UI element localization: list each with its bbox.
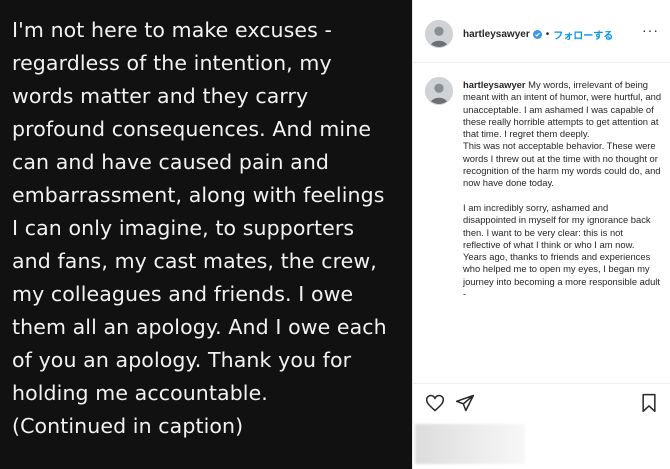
caption-text: My words, irrelevant of being meant with…: [463, 79, 662, 300]
statement-line: holding me accountable.: [12, 381, 268, 405]
separator-dot: •: [545, 29, 550, 40]
verified-badge-icon: [532, 30, 542, 39]
statement-line: can and have caused pain and: [12, 150, 330, 174]
statement-text: I'm not here to make excuses - regardles…: [12, 14, 402, 443]
statement-line: embarrassment, along with feelings: [12, 183, 385, 207]
more-dots-icon[interactable]: ···: [642, 22, 659, 38]
post-header: hartleysawyer • フォローする ···: [413, 0, 670, 63]
heart-icon[interactable]: [425, 393, 445, 413]
post-side-panel: hartleysawyer • フォローする ··· hartleysawyer…: [412, 0, 670, 469]
header-row: hartleysawyer • フォローする: [463, 27, 613, 42]
statement-line: words matter and they carry: [12, 84, 309, 108]
caption-username[interactable]: hartleysawyer: [463, 79, 526, 90]
statement-line: of you an apology. Thank you for: [12, 348, 352, 372]
statement-line: I'm not here to make excuses -: [12, 18, 333, 42]
statement-line: and fans, my cast mates, the crew,: [12, 249, 377, 273]
avatar[interactable]: [425, 20, 453, 48]
follow-button[interactable]: フォローする: [553, 27, 613, 42]
post-image: I'm not here to make excuses - regardles…: [0, 0, 412, 469]
statement-line: (Continued in caption): [12, 414, 244, 438]
caption: hartleysawyer My words, irrelevant of be…: [463, 79, 663, 300]
username-link[interactable]: hartleysawyer: [463, 29, 530, 40]
statement-line: them all an apology. And I owe each: [12, 315, 387, 339]
bookmark-icon[interactable]: [639, 393, 659, 413]
paper-plane-icon[interactable]: [455, 393, 475, 413]
blurred-likes-area: [415, 424, 525, 464]
avatar[interactable]: [425, 77, 453, 105]
statement-line: my colleagues and friends. I owe: [12, 282, 354, 306]
statement-line: profound consequences. And mine: [12, 117, 372, 141]
caption-area: hartleysawyer My words, irrelevant of be…: [413, 63, 670, 383]
statement-line: regardless of the intention, my: [12, 51, 332, 75]
statement-line: I can only imagine, to supporters: [12, 216, 355, 240]
action-bar: [413, 383, 670, 424]
